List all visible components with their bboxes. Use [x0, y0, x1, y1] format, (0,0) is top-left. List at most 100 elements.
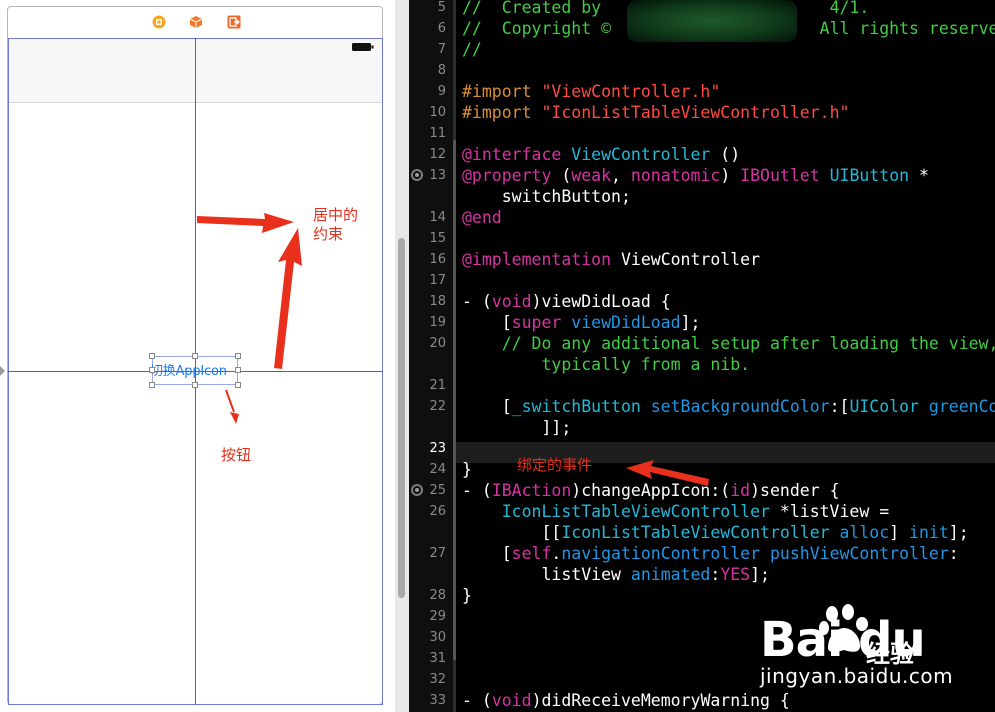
- switch-app-icon-button[interactable]: 切换AppIcon: [150, 363, 245, 383]
- code-line[interactable]: typically from a nib.: [409, 354, 995, 375]
- code-editor[interactable]: 5// Created by 4/1. 6// Copyright © All r…: [409, 0, 995, 712]
- code-text: typically from a nib.: [462, 355, 751, 374]
- line-number: 23: [429, 441, 446, 456]
- scene-dock: [8, 7, 383, 39]
- code-line[interactable]: 25- (IBAction)changeAppIcon:(id)sender {: [409, 480, 995, 501]
- code-line[interactable]: 27 [self.navigationController pushViewCo…: [409, 543, 995, 564]
- button-annotation: 按钮: [221, 446, 252, 464]
- resize-handle[interactable]: [149, 382, 155, 388]
- line-number: 15: [429, 231, 446, 246]
- code-line[interactable]: 14 @end: [409, 207, 995, 228]
- code-line[interactable]: 24}: [409, 459, 995, 480]
- code-line[interactable]: switchButton;: [409, 186, 995, 207]
- first-responder-icon[interactable]: [189, 15, 203, 29]
- code-text: [self.navigationController pushViewContr…: [462, 544, 959, 563]
- code-line[interactable]: 10 #import "IconListTableViewController.h…: [409, 102, 995, 123]
- line-number: 16: [429, 252, 446, 267]
- code-line[interactable]: 7 //: [409, 39, 995, 60]
- code-text: @property (weak, nonatomic) IBOutlet UIB…: [462, 166, 929, 185]
- line-number: 32: [429, 672, 446, 687]
- line-number: 7: [437, 42, 446, 57]
- code-line[interactable]: 12 @interface ViewController (): [409, 144, 995, 165]
- line-number: 20: [429, 336, 446, 351]
- code-text: ]];: [462, 418, 572, 437]
- code-text: - (void)viewDidLoad {: [462, 292, 671, 311]
- code-text: //: [462, 40, 482, 59]
- resize-handle[interactable]: [192, 353, 198, 359]
- code-line[interactable]: 28}: [409, 585, 995, 606]
- code-text: @end: [462, 208, 502, 227]
- code-line[interactable]: 11: [409, 123, 995, 144]
- code-line[interactable]: [[IconListTableViewController alloc] ini…: [409, 522, 995, 543]
- battery-icon: [352, 43, 374, 51]
- code-text: - (IBAction)changeAppIcon:(id)sender {: [462, 481, 840, 500]
- code-text: [_switchButton setBackgroundColor:[UICol…: [462, 397, 995, 416]
- code-line[interactable]: 26 IconListTableViewController *listView…: [409, 501, 995, 522]
- watermark-url: jingyan.baidu.com: [760, 664, 954, 688]
- line-number: 28: [429, 588, 446, 603]
- view-controller-icon[interactable]: [152, 15, 166, 29]
- line-number: 12: [429, 147, 446, 162]
- paw-icon: [819, 604, 868, 652]
- code-line[interactable]: 18 - (void)viewDidLoad {: [409, 291, 995, 312]
- line-number: 17: [429, 273, 446, 288]
- code-line[interactable]: 15: [409, 228, 995, 249]
- resize-handle[interactable]: [149, 367, 155, 373]
- line-number: 30: [429, 630, 446, 645]
- outlet-connection-icon[interactable]: [411, 169, 423, 181]
- code-line[interactable]: 22 [_switchButton setBackgroundColor:[UI…: [409, 396, 995, 417]
- code-text: }: [462, 586, 472, 605]
- line-number: 21: [429, 378, 446, 393]
- line-number: 6: [437, 21, 446, 36]
- line-number: 26: [429, 504, 446, 519]
- code-line[interactable]: 9 #import "ViewController.h": [409, 81, 995, 102]
- resize-handle[interactable]: [149, 353, 155, 359]
- line-number: 22: [429, 399, 446, 414]
- code-line[interactable]: 19 [super viewDidLoad];: [409, 312, 995, 333]
- code-line[interactable]: ]];: [409, 417, 995, 438]
- code-line[interactable]: 13 @property (weak, nonatomic) IBOutlet U…: [409, 165, 995, 186]
- exit-icon[interactable]: [227, 15, 241, 29]
- code-text: IconListTableViewController *listView =: [462, 502, 890, 521]
- code-text: // Do any additional setup after loading…: [462, 334, 995, 353]
- line-number: 14: [429, 210, 446, 225]
- line-number: 29: [429, 609, 446, 624]
- scrollbar-thumb[interactable]: [398, 238, 405, 598]
- code-text: }: [462, 460, 472, 479]
- redacted-region: [627, 0, 797, 42]
- line-number: 33: [429, 693, 446, 708]
- code-text: listView animated:YES];: [462, 565, 770, 584]
- line-number: 19: [429, 315, 446, 330]
- line-number: 18: [429, 294, 446, 309]
- code-line[interactable]: 23: [409, 438, 995, 459]
- center-constraint-annotation: 居中的 约束: [313, 206, 359, 243]
- code-line[interactable]: 33 - (void)didReceiveMemoryWarning {: [409, 690, 995, 711]
- resize-handle[interactable]: [235, 353, 241, 359]
- line-number: 31: [429, 651, 446, 666]
- code-text: [[IconListTableViewController alloc] ini…: [462, 523, 969, 542]
- resize-handle[interactable]: [235, 367, 241, 373]
- line-number: 8: [437, 63, 446, 78]
- code-text: #import "ViewController.h": [462, 82, 721, 101]
- code-line[interactable]: 21: [409, 375, 995, 396]
- line-number: 27: [429, 546, 446, 561]
- code-text: - (void)didReceiveMemoryWarning {: [462, 691, 790, 710]
- line-number: 11: [429, 126, 446, 141]
- line-number: 10: [429, 105, 446, 120]
- resize-handle[interactable]: [235, 382, 241, 388]
- code-line[interactable]: listView animated:YES];: [409, 564, 995, 585]
- code-text: @implementation ViewController: [462, 250, 761, 269]
- code-line[interactable]: 16 @implementation ViewController: [409, 249, 995, 270]
- code-line[interactable]: 8: [409, 60, 995, 81]
- code-text: switchButton;: [462, 187, 631, 206]
- code-line[interactable]: 20 // Do any additional setup after load…: [409, 333, 995, 354]
- line-number: 5: [437, 0, 446, 15]
- code-text: #import "IconListTableViewController.h": [462, 103, 850, 122]
- outlet-connection-icon[interactable]: [411, 484, 423, 496]
- resize-handle[interactable]: [192, 382, 198, 388]
- line-number: 9: [437, 84, 446, 99]
- code-text: @interface ViewController (): [462, 145, 741, 164]
- entry-point-arrow-icon: [0, 366, 5, 376]
- code-line[interactable]: 17: [409, 270, 995, 291]
- code-text: [super viewDidLoad];: [462, 313, 701, 332]
